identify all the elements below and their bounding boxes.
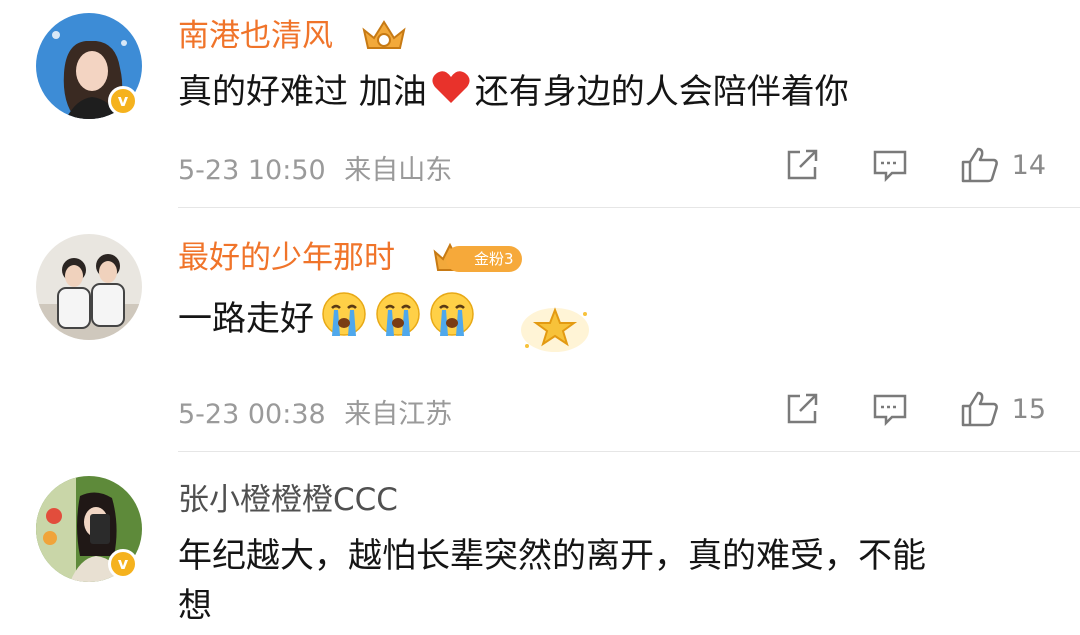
username[interactable]: 张小橙橙橙CCC [178, 482, 398, 518]
crown-icon [362, 20, 406, 49]
comment-actions: 14 [732, 145, 1046, 185]
comment-text-part: 一路走好 [178, 299, 314, 339]
crying-emoji [428, 290, 476, 351]
fan-level-badge: 金粉3 [446, 246, 522, 272]
comment-text: 一路走好 [178, 290, 476, 351]
share-button[interactable] [784, 147, 820, 183]
comment-text-part: 真的好难过 加油 [178, 72, 427, 112]
crying-emoji [320, 290, 368, 351]
verified-badge: v [108, 86, 138, 116]
like-button[interactable]: 14 [960, 146, 1046, 184]
comment-meta: 5-23 00:38 来自江苏 [178, 392, 452, 431]
heart-emoji [431, 69, 471, 118]
comment-actions: 15 [732, 389, 1046, 429]
comment-icon [873, 394, 906, 427]
comment-button[interactable] [872, 147, 908, 183]
like-count: 14 [1011, 149, 1046, 181]
like-icon [961, 147, 998, 183]
crying-emoji [374, 290, 422, 351]
comment-meta: 5-23 10:50 来自山东 [178, 148, 452, 187]
share-icon [787, 393, 817, 424]
comment-text: 真的好难过 加油 还有身边的人会陪伴着你 [178, 68, 849, 118]
username[interactable]: 南港也清风 [178, 18, 333, 54]
avatar-shaonian[interactable] [36, 234, 142, 340]
username[interactable]: 最好的少年那时 [178, 240, 395, 276]
share-icon [787, 149, 817, 180]
timestamp: 5-23 00:38 [178, 399, 326, 430]
divider [178, 207, 1080, 208]
comment-text-part: 还有身边的人会陪伴着你 [474, 72, 849, 112]
comment-button[interactable] [872, 391, 908, 427]
verified-badge: v [108, 549, 138, 579]
location: 来自江苏 [344, 399, 453, 430]
share-button[interactable] [784, 391, 820, 427]
like-icon [961, 391, 998, 427]
comment-text-line-2: 想 [178, 586, 212, 626]
timestamp: 5-23 10:50 [178, 155, 326, 186]
comment-text-line-1: 年纪越大，越怕长辈突然的离开，真的难受，不能 [178, 536, 926, 576]
star-badge-decoration [521, 307, 589, 352]
divider [178, 451, 1080, 452]
like-count: 15 [1011, 393, 1046, 425]
like-button[interactable]: 15 [960, 390, 1046, 428]
comment-icon [873, 150, 906, 183]
location: 来自山东 [344, 155, 453, 186]
